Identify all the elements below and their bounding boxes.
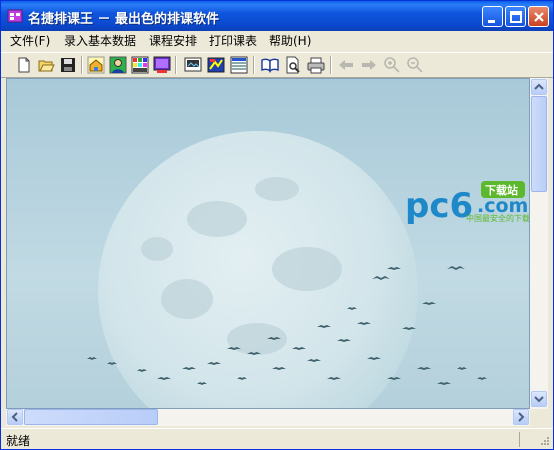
scroll-right-button[interactable] xyxy=(513,409,529,425)
horizontal-scroll-thumb[interactable] xyxy=(24,409,158,425)
app-icon xyxy=(7,9,23,23)
moon-background-image: pc6 下载站 .com 中国最安全的下载站 xyxy=(7,79,529,408)
toolbar-separator xyxy=(330,56,332,74)
maximize-button[interactable] xyxy=(505,6,526,27)
menu-help[interactable]: 帮助(H) xyxy=(269,33,311,49)
print-icon[interactable] xyxy=(307,56,325,74)
pc6-watermark-logo: pc6 下载站 .com 中国最安全的下载站 xyxy=(405,181,529,226)
close-button[interactable] xyxy=(528,6,549,27)
toolbar-separator xyxy=(81,56,83,74)
watermark-brand: pc6 xyxy=(405,186,473,226)
status-divider xyxy=(519,432,520,447)
zoom-in-icon xyxy=(383,56,401,74)
toolbar-separator xyxy=(253,56,255,74)
watermark-tagline: 中国最安全的下载站 xyxy=(466,213,529,223)
toolbar-separator xyxy=(175,56,177,74)
menu-file[interactable]: 文件(F) xyxy=(10,33,50,49)
menu-bar: 文件(F) 录入基本数据 课程安排 打印课表 帮助(H) xyxy=(1,31,553,51)
home-icon[interactable] xyxy=(87,56,105,74)
menu-print-timetable[interactable]: 打印课表 xyxy=(209,33,257,49)
preview-icon[interactable] xyxy=(284,56,302,74)
class-icon[interactable] xyxy=(131,56,149,74)
toolbar xyxy=(1,52,553,78)
save-icon[interactable] xyxy=(59,56,77,74)
course-icon[interactable] xyxy=(153,56,171,74)
canvas-area[interactable]: pc6 下载站 .com 中国最安全的下载站 xyxy=(6,78,530,409)
horizontal-scrollbar[interactable] xyxy=(6,409,530,426)
vertical-scroll-thumb[interactable] xyxy=(531,96,547,192)
open-icon[interactable] xyxy=(37,56,55,74)
status-bar: 就绪 xyxy=(1,428,553,449)
zoom-out-icon xyxy=(406,56,424,74)
title-bar[interactable]: 名捷排课王 － 最出色的排课软件 xyxy=(1,1,553,31)
scroll-down-button[interactable] xyxy=(531,391,547,407)
forward-icon xyxy=(360,56,378,74)
status-text: 就绪 xyxy=(6,434,31,448)
new-icon[interactable] xyxy=(15,56,33,74)
back-icon xyxy=(337,56,355,74)
vertical-scrollbar[interactable] xyxy=(530,78,548,409)
resize-grip-icon[interactable] xyxy=(538,436,550,448)
menu-basic-data[interactable]: 录入基本数据 xyxy=(64,33,136,49)
timetable-icon[interactable] xyxy=(230,56,248,74)
room-icon[interactable] xyxy=(184,56,202,74)
window-title: 名捷排课王 － 最出色的排课软件 xyxy=(28,12,220,27)
scroll-left-button[interactable] xyxy=(7,409,23,425)
scroll-up-button[interactable] xyxy=(531,79,547,95)
menu-course-arrange[interactable]: 课程安排 xyxy=(149,33,197,49)
main-window: 名捷排课王 － 最出色的排课软件 文件(F) 录入基本数据 课程安排 打印课表 … xyxy=(0,0,554,450)
minimize-button[interactable] xyxy=(482,6,503,27)
scrollbar-corner xyxy=(530,409,548,426)
book-icon[interactable] xyxy=(261,56,279,74)
teacher-icon[interactable] xyxy=(109,56,127,74)
arrange-icon[interactable] xyxy=(207,56,225,74)
